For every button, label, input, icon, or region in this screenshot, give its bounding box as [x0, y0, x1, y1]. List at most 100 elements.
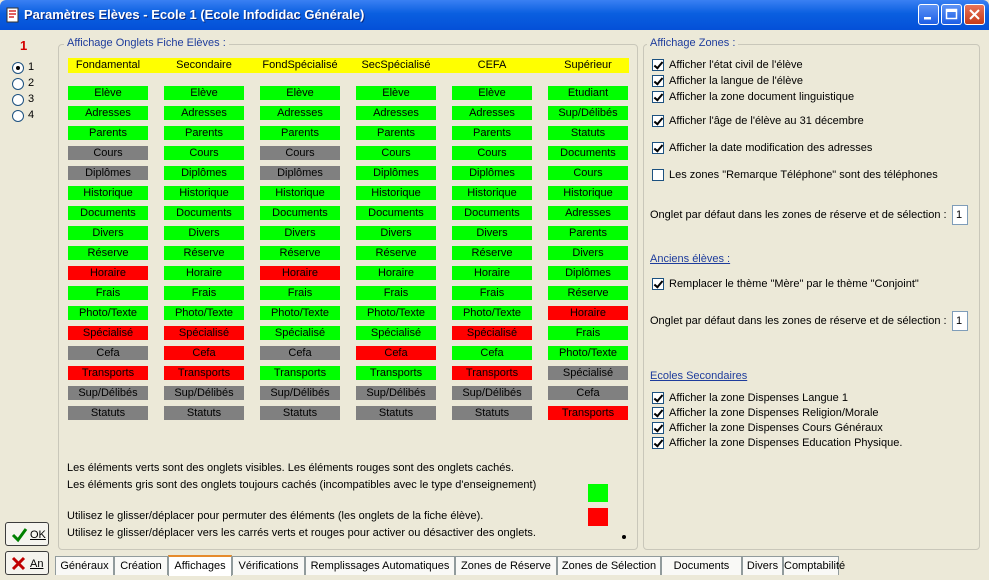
tab-divers[interactable]: Divers	[742, 556, 783, 575]
onglet-item[interactable]: Cours	[452, 146, 532, 160]
onglet-item[interactable]: Cefa	[68, 346, 148, 360]
onglet-item[interactable]: Adresses	[260, 106, 340, 120]
onglet-item[interactable]: Transports	[548, 406, 628, 420]
onglet-item[interactable]: Statuts	[356, 406, 436, 420]
onglet-item[interactable]: Photo/Texte	[356, 306, 436, 320]
onglet-item[interactable]: Documents	[260, 206, 340, 220]
onglet-item[interactable]: Sup/Délibés	[68, 386, 148, 400]
onglet-item[interactable]: Cours	[68, 146, 148, 160]
onglet-item[interactable]: Statuts	[260, 406, 340, 420]
onglet-item[interactable]: Divers	[68, 226, 148, 240]
onglet-item[interactable]: Elève	[452, 86, 532, 100]
onglet-item[interactable]: Historique	[548, 186, 628, 200]
onglet-item[interactable]: Adresses	[452, 106, 532, 120]
onglet-item[interactable]: Elève	[164, 86, 244, 100]
ecole-checkbox-2[interactable]	[652, 422, 664, 434]
onglet-item[interactable]: Photo/Texte	[260, 306, 340, 320]
onglet-item[interactable]: Spécialisé	[356, 326, 436, 340]
tab-remplissages-automatiques[interactable]: Remplissages Automatiques	[305, 556, 455, 575]
onglet-item[interactable]: Cours	[164, 146, 244, 160]
onglet-item[interactable]: Transports	[452, 366, 532, 380]
onglet-item[interactable]: Spécialisé	[548, 366, 628, 380]
onglet-item[interactable]: Frais	[548, 326, 628, 340]
onglet-item[interactable]: Transports	[356, 366, 436, 380]
onglet-item[interactable]: Transports	[68, 366, 148, 380]
onglet-item[interactable]: Documents	[164, 206, 244, 220]
onglet-item[interactable]: Photo/Texte	[548, 346, 628, 360]
onglet-item[interactable]: Réserve	[164, 246, 244, 260]
onglet-item[interactable]: Frais	[260, 286, 340, 300]
zone-checkbox-0[interactable]	[652, 59, 664, 71]
onglet-item[interactable]: Diplômes	[452, 166, 532, 180]
onglet-item[interactable]: Documents	[68, 206, 148, 220]
onglet-item[interactable]: Réserve	[548, 286, 628, 300]
onglet-item[interactable]: Diplômes	[164, 166, 244, 180]
onglet-item[interactable]: Diplômes	[260, 166, 340, 180]
onglet-default-input[interactable]: 1	[952, 205, 968, 225]
tab-comptabilit-[interactable]: Comptabilité	[783, 556, 845, 575]
onglet-item[interactable]: Adresses	[356, 106, 436, 120]
onglet-item[interactable]: Documents	[452, 206, 532, 220]
onglet-item[interactable]: Sup/Délibés	[548, 106, 628, 120]
onglet-item[interactable]: Cefa	[452, 346, 532, 360]
radio-button[interactable]	[12, 94, 24, 106]
tab-documents[interactable]: Documents	[661, 556, 742, 575]
onglet-item[interactable]: Horaire	[68, 266, 148, 280]
ecole-checkbox-0[interactable]	[652, 392, 664, 404]
onglet-item[interactable]: Horaire	[356, 266, 436, 280]
onglet-item[interactable]: Horaire	[452, 266, 532, 280]
onglet-item[interactable]: Elève	[356, 86, 436, 100]
onglet-item[interactable]: Cours	[548, 166, 628, 180]
onglet-item[interactable]: Horaire	[548, 306, 628, 320]
onglet-item[interactable]: Spécialisé	[68, 326, 148, 340]
tab-zones-de-r-serve[interactable]: Zones de Réserve	[455, 556, 557, 575]
zone-checkbox-2[interactable]	[652, 91, 664, 103]
onglet-item[interactable]: Spécialisé	[164, 326, 244, 340]
zone-checkbox-4[interactable]	[652, 142, 664, 154]
onglet-item[interactable]: Cefa	[356, 346, 436, 360]
onglet-item[interactable]: Sup/Délibés	[260, 386, 340, 400]
activate-drop-square[interactable]	[588, 484, 608, 502]
onglet-item[interactable]: Historique	[452, 186, 532, 200]
onglet-item[interactable]: Photo/Texte	[164, 306, 244, 320]
onglet-item[interactable]: Spécialisé	[260, 326, 340, 340]
onglet-item[interactable]: Divers	[452, 226, 532, 240]
radio-button[interactable]	[12, 62, 24, 74]
onglet-item[interactable]: Réserve	[452, 246, 532, 260]
zone-checkbox-3[interactable]	[652, 115, 664, 127]
onglet-item[interactable]: Photo/Texte	[68, 306, 148, 320]
onglet-default-input-2[interactable]: 1	[952, 311, 968, 331]
tab-affichages[interactable]: Affichages	[168, 555, 232, 576]
onglet-item[interactable]: Divers	[548, 246, 628, 260]
onglet-item[interactable]: Divers	[164, 226, 244, 240]
tab-zones-de-s-lection[interactable]: Zones de Sélection	[557, 556, 661, 575]
onglet-item[interactable]: Horaire	[164, 266, 244, 280]
onglet-item[interactable]: Parents	[356, 126, 436, 140]
onglet-item[interactable]: Historique	[356, 186, 436, 200]
onglet-item[interactable]: Transports	[164, 366, 244, 380]
zone-checkbox-1[interactable]	[652, 75, 664, 87]
onglet-item[interactable]: Documents	[356, 206, 436, 220]
onglet-item[interactable]: Cefa	[260, 346, 340, 360]
onglet-item[interactable]: Frais	[68, 286, 148, 300]
onglet-item[interactable]: Parents	[452, 126, 532, 140]
onglet-item[interactable]: Réserve	[356, 246, 436, 260]
replace-theme-checkbox[interactable]	[652, 278, 664, 290]
onglet-item[interactable]: Réserve	[68, 246, 148, 260]
onglet-item[interactable]: Cours	[260, 146, 340, 160]
onglet-item[interactable]: Frais	[164, 286, 244, 300]
onglet-item[interactable]: Divers	[260, 226, 340, 240]
ecole-checkbox-1[interactable]	[652, 407, 664, 419]
onglet-item[interactable]: Elève	[260, 86, 340, 100]
onglet-item[interactable]: Statuts	[548, 126, 628, 140]
onglet-item[interactable]: Adresses	[548, 206, 628, 220]
tab-g-n-raux[interactable]: Généraux	[55, 556, 114, 575]
onglet-item[interactable]: Parents	[260, 126, 340, 140]
onglet-item[interactable]: Horaire	[260, 266, 340, 280]
onglet-item[interactable]: Photo/Texte	[452, 306, 532, 320]
onglet-item[interactable]: Historique	[68, 186, 148, 200]
onglet-item[interactable]: Cours	[356, 146, 436, 160]
onglet-item[interactable]: Parents	[164, 126, 244, 140]
onglet-item[interactable]: Documents	[548, 146, 628, 160]
onglet-item[interactable]: Transports	[260, 366, 340, 380]
